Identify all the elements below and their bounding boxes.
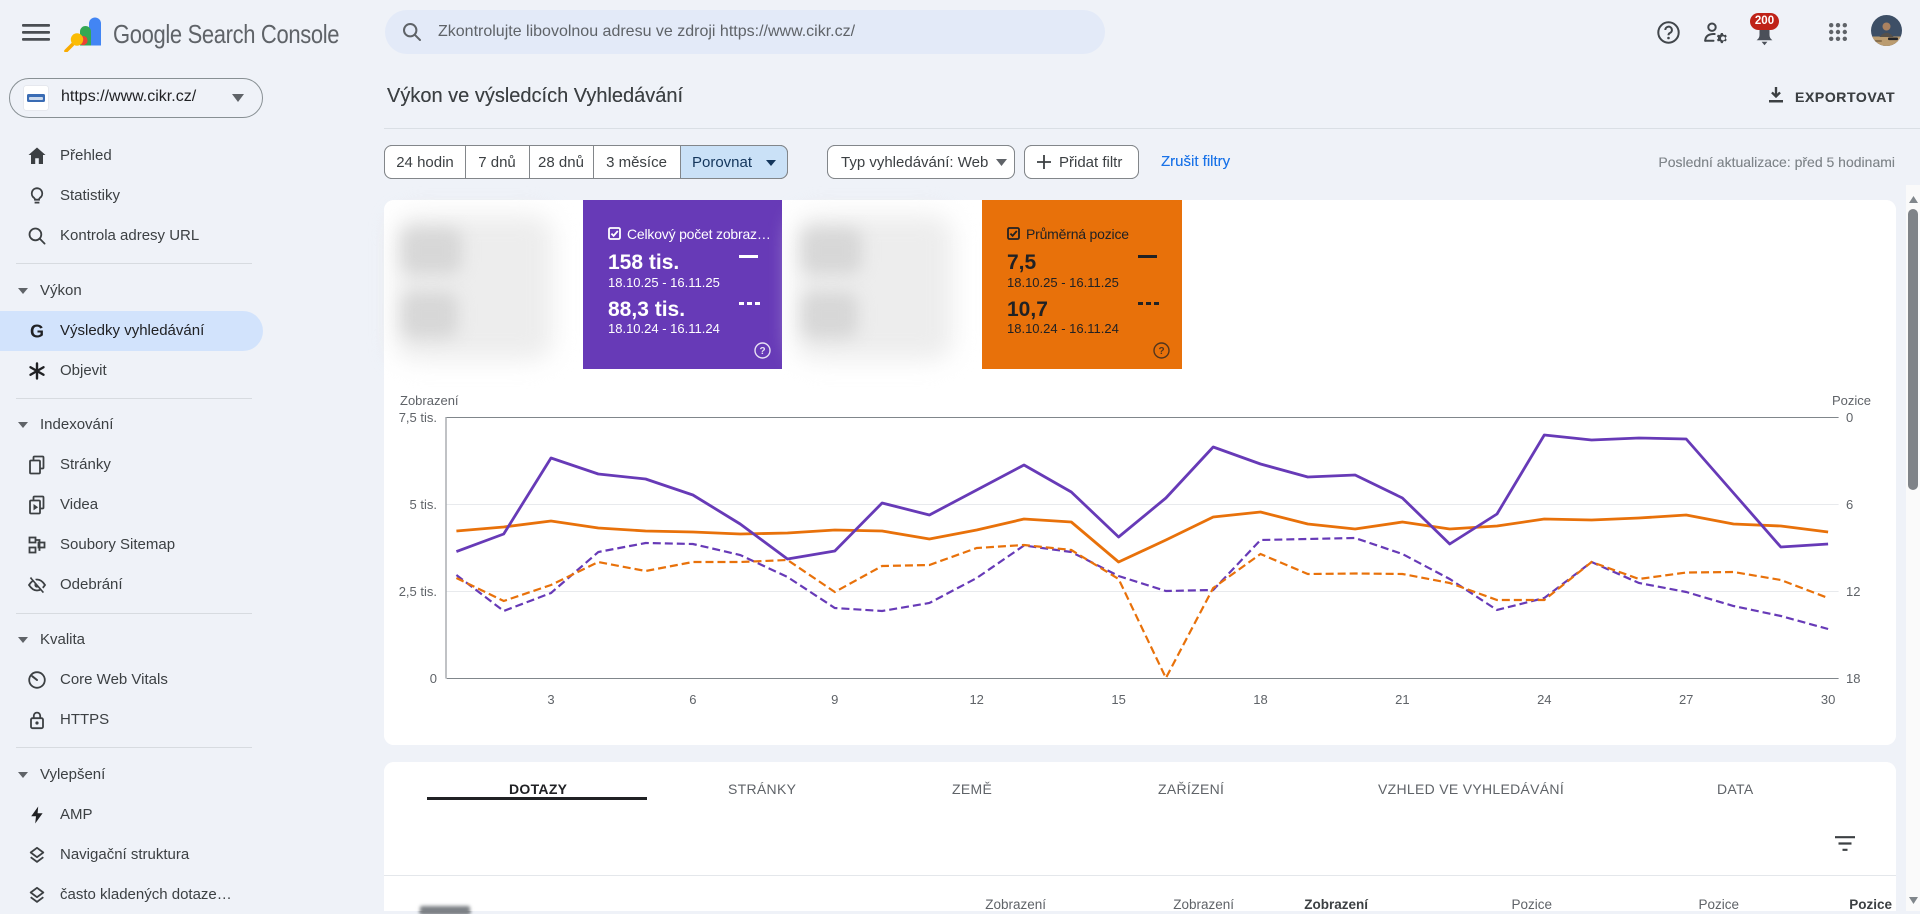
svg-text:0: 0: [1846, 410, 1853, 425]
svg-text:24: 24: [1537, 692, 1551, 707]
svg-text:Zobrazení: Zobrazení: [400, 393, 459, 408]
svg-text:?: ?: [1158, 346, 1164, 357]
svg-text:7,5 tis.: 7,5 tis.: [399, 410, 437, 425]
svg-text:12: 12: [1846, 584, 1860, 599]
svg-text:12: 12: [969, 692, 983, 707]
svg-text:5 tis.: 5 tis.: [410, 497, 437, 512]
svg-text:?: ?: [759, 346, 765, 357]
svg-text:9: 9: [831, 692, 838, 707]
svg-text:G: G: [30, 322, 44, 342]
svg-text:3: 3: [547, 692, 554, 707]
svg-text:18: 18: [1253, 692, 1267, 707]
svg-text:30: 30: [1821, 692, 1835, 707]
svg-text:21: 21: [1395, 692, 1409, 707]
svg-text:15: 15: [1111, 692, 1125, 707]
svg-text:27: 27: [1679, 692, 1693, 707]
svg-text:Pozice: Pozice: [1832, 393, 1871, 408]
svg-text:6: 6: [689, 692, 696, 707]
svg-text:18: 18: [1846, 671, 1860, 686]
svg-text:2,5 tis.: 2,5 tis.: [399, 584, 437, 599]
svg-text:0: 0: [430, 671, 437, 686]
svg-text:6: 6: [1846, 497, 1853, 512]
